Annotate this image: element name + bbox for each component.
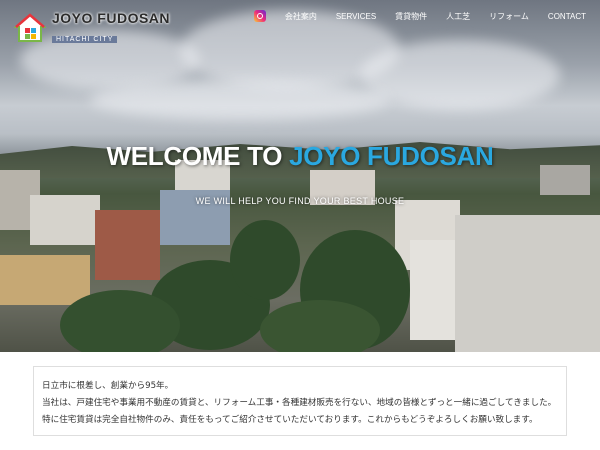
- hero-title-prefix: WELCOME TO: [106, 141, 283, 171]
- nav-item-services[interactable]: SERVICES: [336, 12, 376, 21]
- logo-subtitle: HITACHI CITY: [52, 36, 118, 43]
- nav-item-contact[interactable]: CONTACT: [548, 12, 586, 21]
- main-nav: 会社案内 SERVICES 賃貸物件 人工芝 リフォーム CONTACT: [253, 10, 586, 22]
- intro-box: 日立市に根差し、創業から95年。 当社は、戸建住宅や事業用不動産の賃貸と、リフォ…: [33, 366, 567, 436]
- intro-line: 特に住宅賃貸は完全自社物件のみ、責任をもってご紹介させていただいております。これ…: [42, 415, 538, 425]
- hero-title-brand: JOYO FUDOSAN: [289, 141, 494, 171]
- site-logo[interactable]: JOYO FUDOSAN HITACHI CITY: [13, 10, 171, 45]
- building: [410, 240, 455, 340]
- building: [455, 215, 600, 352]
- instagram-icon[interactable]: [253, 10, 266, 22]
- intro-line: 当社は、戸建住宅や事業用不動産の賃貸と、リフォーム工事・各種建材販売を行ない、地…: [42, 398, 557, 408]
- logo-title: JOYO FUDOSAN: [52, 10, 171, 26]
- building: [0, 255, 90, 305]
- house-logo-icon: [13, 12, 47, 43]
- trees: [230, 220, 300, 300]
- cloud: [360, 40, 560, 110]
- hero-title: WELCOME TO JOYO FUDOSAN: [0, 141, 600, 172]
- intro-line: 日立市に根差し、創業から95年。: [42, 381, 174, 391]
- nav-item-rental[interactable]: 賃貸物件: [395, 11, 427, 22]
- building: [95, 210, 160, 280]
- cloud: [90, 80, 390, 120]
- trees: [60, 290, 180, 352]
- hero-tagline: WE WILL HELP YOU FIND YOUR BEST HOUSE: [195, 196, 405, 206]
- nav-item-artificial-turf[interactable]: 人工芝: [446, 11, 470, 22]
- trees: [260, 300, 380, 352]
- hero-banner: [0, 0, 600, 352]
- nav-item-reform[interactable]: リフォーム: [489, 11, 529, 22]
- nav-item-company[interactable]: 会社案内: [285, 11, 317, 22]
